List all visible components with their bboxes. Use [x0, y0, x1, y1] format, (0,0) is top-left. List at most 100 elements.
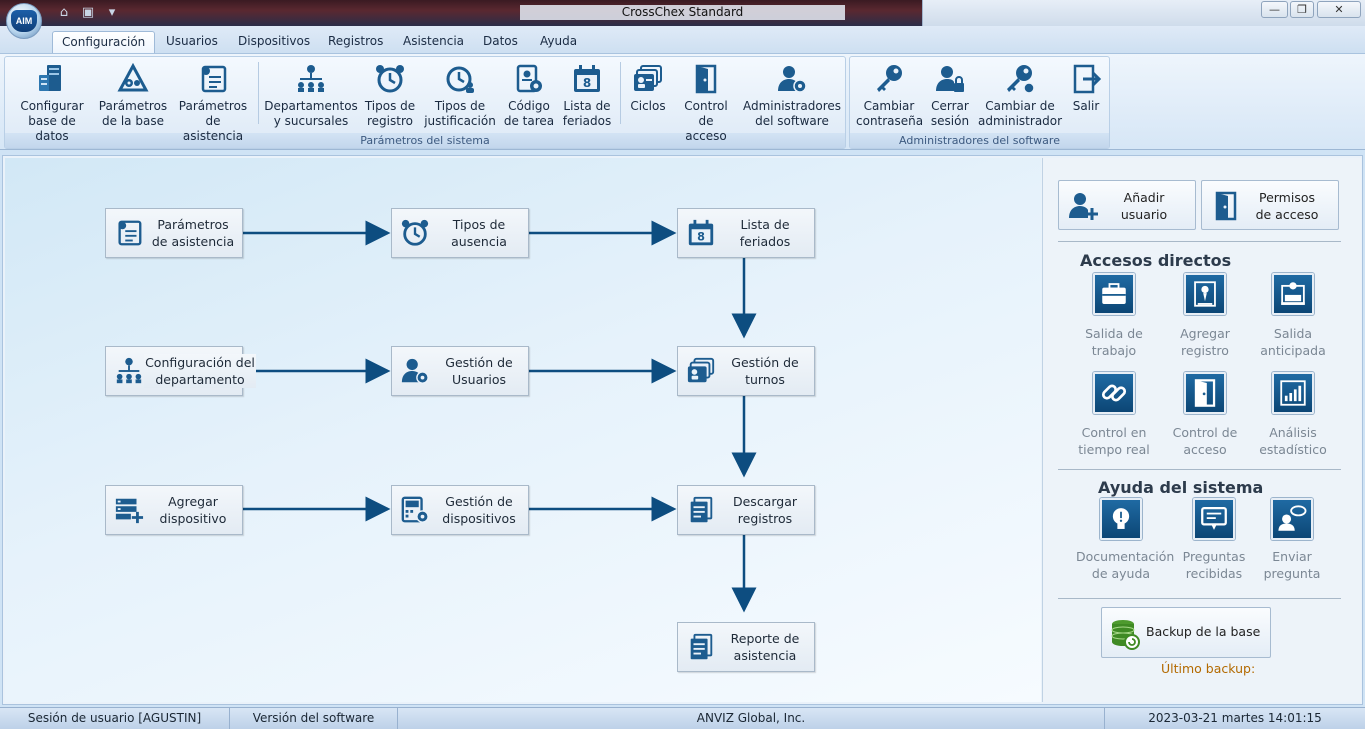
tab-registros[interactable]: Registros: [319, 31, 392, 53]
flow-user-management[interactable]: Gestión de Usuarios: [391, 346, 529, 396]
backup-database-button[interactable]: Backup de la base: [1101, 607, 1271, 658]
exit-button[interactable]: Salir: [1066, 63, 1106, 114]
home-icon[interactable]: ⌂: [56, 5, 72, 21]
tab-datos[interactable]: Datos: [474, 31, 527, 53]
task-code-button[interactable]: Código de tarea: [502, 63, 556, 129]
divider: [1058, 241, 1341, 242]
flow-download-records[interactable]: Descargar registros: [677, 485, 815, 535]
help-received-questions[interactable]: Preguntas recibidas: [1169, 498, 1259, 582]
maximize-button[interactable]: ❐: [1290, 1, 1314, 18]
close-button[interactable]: ✕: [1317, 1, 1361, 18]
holiday-list-button[interactable]: 8 Lista de feriados: [560, 63, 614, 129]
label: trabajo: [1091, 343, 1137, 358]
shortcuts-title: Accesos directos: [1080, 251, 1232, 270]
logout-button[interactable]: Cerrar sesión: [926, 63, 974, 129]
session-status: Sesión de usuario [AGUSTIN]: [0, 708, 230, 729]
label: feriados: [739, 234, 791, 249]
briefcase-icon: [1093, 273, 1135, 315]
add-user-button[interactable]: Añadir usuario: [1058, 180, 1196, 230]
help-documentation[interactable]: Documentación de ayuda: [1076, 498, 1175, 582]
label: de ayuda: [1091, 566, 1151, 581]
monitor-chat-icon: [1193, 498, 1235, 540]
label: recibidas: [1185, 566, 1243, 581]
shortcut-access-control[interactable]: Control de acceso: [1160, 372, 1250, 458]
record-types-button[interactable]: Tipos de registro: [362, 63, 418, 129]
tab-dispositivos[interactable]: Dispositivos: [229, 31, 319, 53]
org-chart-icon: [298, 65, 324, 92]
justification-types-button[interactable]: Tipos de justificación: [424, 63, 496, 129]
departments-button[interactable]: Departamentos y sucursales: [264, 63, 358, 129]
flow-holiday-list[interactable]: 8 Lista de feriados: [677, 208, 815, 258]
label: Agregar: [168, 494, 218, 509]
label: Gestión de: [445, 355, 513, 370]
report-icon: [690, 633, 713, 660]
change-password-button[interactable]: Cambiar contraseña: [856, 63, 923, 129]
configure-database-button[interactable]: Configurar base de datos: [10, 63, 94, 144]
last-backup-label: Último backup:: [1161, 661, 1256, 676]
tab-usuarios[interactable]: Usuarios: [157, 31, 227, 53]
shortcut-realtime-control[interactable]: Control en tiempo real: [1069, 372, 1159, 458]
label: Documentación: [1076, 549, 1175, 564]
database-parameters-button[interactable]: Parámetros de la base: [98, 63, 168, 129]
alarm-clock-icon: [376, 65, 404, 93]
key-icon: [877, 65, 902, 92]
flow-department-config[interactable]: Configuración del departamento: [105, 346, 256, 396]
label: de asistencia: [182, 114, 244, 143]
ribbon-separator: [620, 62, 621, 124]
chevron-down-icon[interactable]: ▾: [104, 5, 120, 21]
bar-chart-icon: [1272, 372, 1314, 414]
switch-admin-button[interactable]: Cambiar de administrador: [978, 63, 1062, 129]
workflow-diagram: Parámetros de asistencia Tipos de ausencia…: [5, 158, 1041, 702]
software-admins-button[interactable]: Administradores del software: [742, 63, 842, 129]
svg-text:8: 8: [697, 231, 705, 244]
flow-attendance-params[interactable]: Parámetros de asistencia: [105, 208, 243, 258]
main-panel: Parámetros de asistencia Tipos de ausencia…: [2, 155, 1363, 705]
minimize-button[interactable]: —: [1261, 1, 1288, 18]
help-send-question[interactable]: Enviar pregunta: [1247, 498, 1337, 582]
title-bar-controls-area: — ❐ ✕: [922, 0, 1365, 26]
label: Salida: [1273, 326, 1313, 341]
link-icon: [1093, 372, 1135, 414]
flow-absence-types[interactable]: Tipos de ausencia: [391, 208, 529, 258]
attendance-params-icon: [201, 65, 227, 93]
lightbulb-icon: [1100, 498, 1142, 540]
label: Tipos de: [452, 217, 506, 232]
status-bar: Sesión de usuario [AGUSTIN] Versión del …: [0, 707, 1365, 729]
label: Ciclos: [630, 99, 666, 113]
app-logo[interactable]: AIM: [6, 3, 42, 39]
database-backup-icon: [1111, 620, 1140, 650]
flow-device-management[interactable]: Gestión de dispositivos: [391, 485, 529, 535]
label: Salida de: [1085, 326, 1143, 341]
datetime-status: 2023-03-21 martes 14:01:15: [1148, 711, 1322, 725]
calendar-icon: 8: [688, 219, 714, 246]
label: base de datos: [28, 114, 76, 143]
access-permissions-button[interactable]: Permisos de acceso: [1201, 180, 1339, 230]
attendance-parameters-button[interactable]: Parámetros de asistencia: [174, 63, 252, 144]
flow-attendance-report[interactable]: Reporte de asistencia: [677, 622, 815, 672]
tab-ayuda[interactable]: Ayuda: [531, 31, 586, 53]
shortcut-statistics[interactable]: Análisis estadístico: [1248, 372, 1338, 458]
label: Salir: [1072, 99, 1100, 113]
shortcut-add-record[interactable]: Agregar registro: [1160, 273, 1250, 359]
label: Reporte de: [730, 631, 800, 646]
flow-shift-management[interactable]: Gestión de turnos: [677, 346, 815, 396]
ribbon: Parámetros del sistema Administradores d…: [0, 53, 1365, 150]
quick-access-icon[interactable]: ▣: [80, 5, 96, 21]
tab-configuracion[interactable]: Configuración: [52, 31, 156, 53]
label: ausencia: [451, 234, 507, 249]
label: estadístico: [1259, 442, 1327, 457]
label: sesión: [930, 114, 970, 128]
flow-add-device[interactable]: Agregar dispositivo: [105, 485, 243, 535]
label: acceso: [1183, 442, 1227, 457]
group-label: Administradores del software: [850, 133, 1109, 148]
divider: [1058, 469, 1341, 470]
shortcut-early-leave[interactable]: Salida anticipada: [1248, 273, 1338, 359]
tab-asistencia[interactable]: Asistencia: [394, 31, 473, 53]
access-control-button[interactable]: Control de acceso: [676, 63, 736, 144]
shortcut-work-exit[interactable]: Salida de trabajo: [1069, 273, 1159, 359]
device-gear-icon: [401, 496, 429, 523]
label: Parámetros: [98, 99, 168, 113]
side-panel: Añadir usuario Permisos de acceso Accesos …: [1042, 158, 1361, 702]
label: Código: [508, 99, 550, 113]
cycles-button[interactable]: Ciclos: [626, 63, 670, 114]
